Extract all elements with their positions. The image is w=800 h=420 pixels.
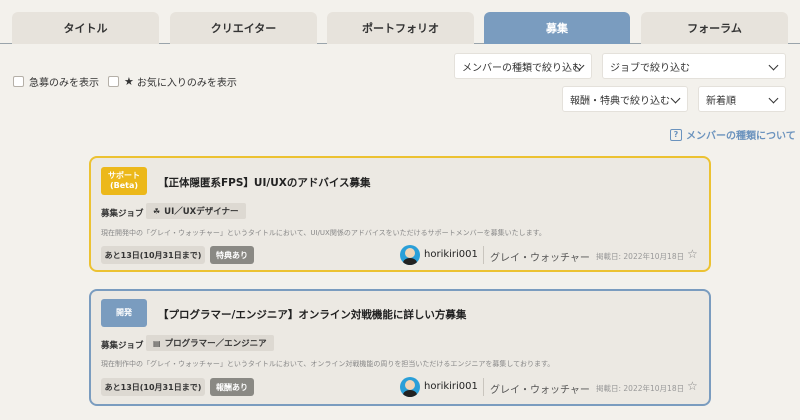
- divider: [483, 378, 484, 396]
- sort-select[interactable]: 新着順: [698, 86, 786, 112]
- post-date: 掲載日: 2022年10月18日: [596, 252, 685, 261]
- recruitment-card[interactable]: 開発 【プログラマー/エンジニア】オンライン対戦機能に詳しい方募集 募集ジョブ …: [89, 289, 711, 406]
- favorites-filter[interactable]: ★ お気に入りのみを表示: [108, 74, 237, 89]
- job-tag-label: UI／UXデザイナー: [164, 207, 239, 217]
- reward-tag: 報酬あり: [210, 378, 254, 396]
- job-tag-label: プログラマー／エンジニア: [164, 339, 267, 349]
- tab-bar: タイトル クリエイター ポートフォリオ 募集 フォーラム: [0, 0, 800, 44]
- reward-select[interactable]: 報酬・特典で絞り込む: [562, 86, 688, 112]
- badge-label: サポート (Beta): [108, 171, 140, 190]
- urgent-filter-label: 急募のみを表示: [29, 78, 99, 89]
- member-types-link[interactable]: ? メンバーの種類について: [670, 127, 796, 142]
- avatar[interactable]: [400, 245, 420, 265]
- member-types-link-label: メンバーの種類について: [686, 131, 796, 142]
- tab-forum[interactable]: フォーラム: [641, 12, 788, 44]
- tab-creators[interactable]: クリエイター: [170, 12, 317, 44]
- member-type-badge: 開発: [101, 299, 147, 327]
- member-type-select-label: メンバーの種類で絞り込む: [462, 62, 582, 74]
- username[interactable]: horikiri001: [424, 381, 478, 392]
- card-title[interactable]: 【正体隠匿系FPS】UI/UXのアドバイス募集: [158, 175, 371, 190]
- job-tag: ▤ プログラマー／エンジニア: [146, 335, 274, 351]
- deadline-pill: あと13日(10月31日まで): [101, 246, 205, 264]
- post-date: 掲載日: 2022年10月18日: [596, 384, 685, 393]
- favorite-star-icon[interactable]: ☆: [687, 379, 698, 393]
- sort-select-label: 新着順: [706, 95, 736, 107]
- urgent-filter[interactable]: 急募のみを表示: [13, 74, 99, 89]
- game-title[interactable]: グレイ・ウォッチャー: [490, 381, 590, 396]
- job-tag: ☘ UI／UXデザイナー: [146, 203, 246, 219]
- designer-icon: ☘: [153, 206, 161, 216]
- deadline-pill: あと13日(10月31日まで): [101, 378, 205, 396]
- card-title[interactable]: 【プログラマー/エンジニア】オンライン対戦機能に詳しい方募集: [158, 307, 466, 322]
- tab-recruitment[interactable]: 募集: [484, 12, 630, 44]
- avatar[interactable]: [400, 377, 420, 397]
- reward-select-label: 報酬・特典で絞り込む: [570, 95, 670, 107]
- job-select[interactable]: ジョブで絞り込む: [602, 53, 786, 79]
- tab-portfolio[interactable]: ポートフォリオ: [327, 12, 474, 44]
- member-type-badge: サポート (Beta): [101, 167, 147, 195]
- chevron-down-icon: [768, 60, 779, 71]
- benefit-tag: 特典あり: [210, 246, 254, 264]
- urgent-checkbox[interactable]: [13, 76, 24, 87]
- job-select-label: ジョブで絞り込む: [610, 62, 690, 74]
- card-description: 現在開発中の「グレイ・ウォッチャー」というタイトルにおいて、UI/UX関係のアド…: [101, 229, 546, 237]
- chevron-down-icon: [768, 93, 779, 104]
- recruitment-card[interactable]: サポート (Beta) 【正体隠匿系FPS】UI/UXのアドバイス募集 募集ジョ…: [89, 156, 711, 272]
- tab-titles[interactable]: タイトル: [12, 12, 159, 44]
- monitor-icon: ▤: [153, 338, 161, 348]
- star-icon: ★: [124, 75, 134, 88]
- job-label: 募集ジョブ: [101, 341, 144, 351]
- card-description: 現在制作中の「グレイ・ウォッチャー」というタイトルにおいて、オンライン対戦機能の…: [101, 360, 555, 368]
- favorite-star-icon[interactable]: ☆: [687, 247, 698, 261]
- member-type-select[interactable]: メンバーの種類で絞り込む: [454, 53, 592, 79]
- chevron-down-icon: [670, 93, 681, 104]
- help-icon: ?: [670, 128, 682, 141]
- divider: [483, 246, 484, 264]
- favorites-checkbox[interactable]: [108, 76, 119, 87]
- job-label: 募集ジョブ: [101, 209, 144, 219]
- favorites-filter-label: お気に入りのみを表示: [136, 78, 237, 89]
- username[interactable]: horikiri001: [424, 249, 478, 260]
- badge-label: 開発: [116, 308, 132, 317]
- game-title[interactable]: グレイ・ウォッチャー: [490, 249, 590, 264]
